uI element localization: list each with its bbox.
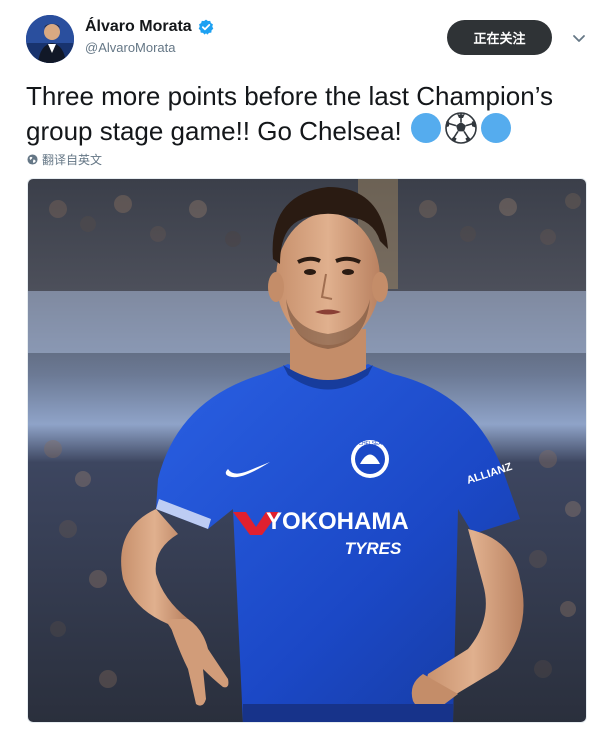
- sponsor-text-line1: YOKOHAMA: [266, 508, 409, 535]
- tweet-header: Álvaro Morata @AlvaroMorata 正在关注: [26, 15, 591, 65]
- tweet-text: Three more points before the last Champi…: [26, 80, 591, 151]
- display-name[interactable]: Álvaro Morata: [85, 18, 192, 36]
- sponsor-text-line2: TYRES: [345, 539, 402, 558]
- tweet-card: Álvaro Morata @AlvaroMorata 正在关注 Three m…: [0, 0, 613, 737]
- soccer-ball-icon: [444, 112, 477, 151]
- crest-label: CHELSEA: [358, 441, 382, 447]
- blue-circle-icon: [410, 112, 442, 151]
- translate-link[interactable]: 翻译自英文: [27, 151, 102, 168]
- tweet-photo[interactable]: CHELSEA YOKOHAMA TYRES ALLIANZ: [27, 178, 587, 723]
- following-button[interactable]: 正在关注: [447, 20, 552, 55]
- blue-circle-icon: [480, 112, 512, 151]
- translate-label: 翻译自英文: [42, 153, 103, 167]
- chevron-down-icon[interactable]: [569, 28, 589, 48]
- emoji-group: [410, 112, 512, 151]
- user-handle[interactable]: @AlvaroMorata: [85, 40, 214, 55]
- verified-badge-icon: [198, 19, 214, 35]
- avatar[interactable]: [26, 15, 74, 63]
- globe-icon: [27, 154, 38, 165]
- user-names: Álvaro Morata @AlvaroMorata: [85, 18, 214, 55]
